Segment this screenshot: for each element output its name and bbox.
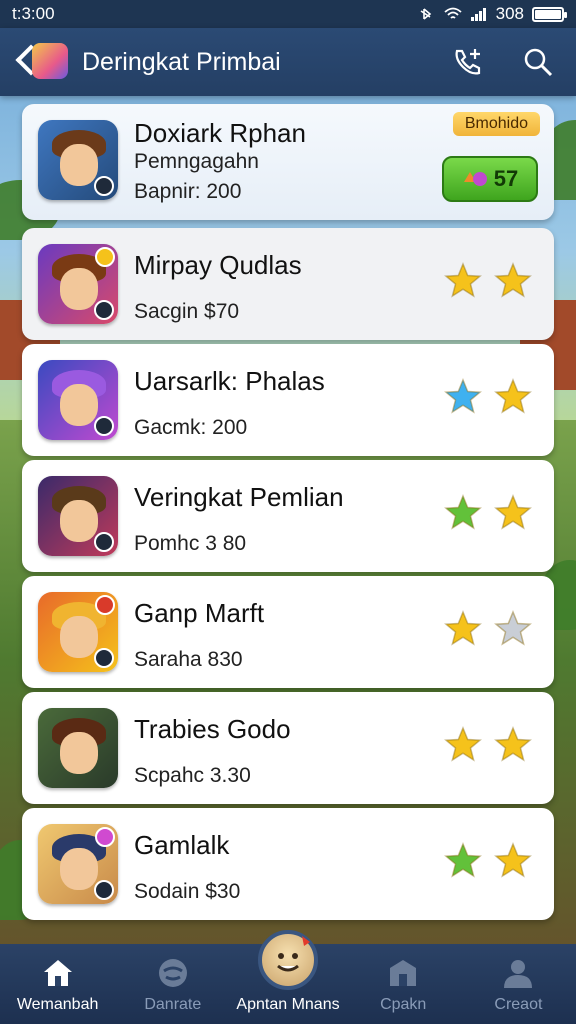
item-subtitle: Saraha 830 <box>134 648 243 671</box>
featured-meta: Bapnir: 200 <box>134 180 242 203</box>
star-icon <box>494 610 532 646</box>
rating-stars <box>444 494 532 532</box>
app-header: Deringkat Primbai <box>0 28 576 96</box>
star-icon <box>444 378 482 414</box>
featured-card[interactable]: Doxiark Rphan Pemngagahn Bapnir: 200 Bmo… <box>22 104 554 220</box>
nav-label: Danrate <box>144 996 202 1013</box>
item-title: Ganp Marft <box>134 598 265 628</box>
promo-badge: Bmohido <box>452 112 540 136</box>
profile-icon <box>504 960 533 988</box>
rating-stars <box>444 378 532 416</box>
item-title: Uarsarlk: Phalas <box>134 366 325 396</box>
rating-stars <box>444 842 532 880</box>
price-value: 57 <box>493 166 519 191</box>
app-logo <box>32 43 68 79</box>
star-icon <box>444 842 482 878</box>
status-bar: t:3:00 308 <box>0 0 576 28</box>
item-title: Veringkat Pemlian <box>134 482 344 512</box>
featured-title: Doxiark Rphan <box>134 118 306 148</box>
star-icon <box>444 610 482 646</box>
star-icon <box>494 726 532 762</box>
search-icon <box>524 48 553 77</box>
list-item[interactable]: Mirpay Qudlas Sacgin $70 <box>22 228 554 340</box>
rating-stars <box>444 726 532 764</box>
star-icon <box>494 262 532 298</box>
avatar <box>38 824 118 904</box>
shop-icon <box>390 960 417 986</box>
rating-stars <box>444 610 532 648</box>
avatar <box>38 244 118 324</box>
signal-icon <box>470 8 486 21</box>
page-title: Deringkat Primbai <box>82 47 281 76</box>
item-subtitle: Gacmk: 200 <box>134 416 248 439</box>
nav-item-center[interactable]: Apntan Mnans <box>230 930 345 1024</box>
item-title: Mirpay Qudlas <box>134 250 302 280</box>
home-icon <box>43 960 72 986</box>
avatar <box>38 592 118 672</box>
call-button[interactable] <box>446 40 490 84</box>
gem-icon <box>463 172 487 186</box>
star-icon <box>444 262 482 298</box>
price-button[interactable]: 57 <box>442 156 538 202</box>
game-icon <box>158 959 187 987</box>
nav-item-games[interactable]: Danrate <box>115 944 230 1024</box>
item-subtitle: Sacgin $70 <box>134 300 240 323</box>
star-icon <box>444 726 482 762</box>
battery-icon <box>532 6 567 22</box>
avatar <box>38 708 118 788</box>
item-subtitle: Sodain $30 <box>134 880 241 903</box>
item-subtitle: Scpahc 3.30 <box>134 764 251 787</box>
featured-subtitle: Pemngagahn <box>134 150 259 173</box>
star-icon <box>494 378 532 414</box>
nav-item-shop[interactable]: Cpakn <box>346 944 461 1024</box>
item-title: Trabies Godo <box>134 714 291 744</box>
star-icon <box>494 494 532 530</box>
bluetooth-icon <box>420 8 431 20</box>
nav-item-profile[interactable]: Creaot <box>461 944 576 1024</box>
avatar <box>38 120 118 200</box>
star-icon <box>494 842 532 878</box>
nav-label: Apntan Mnans <box>236 996 340 1013</box>
list-item[interactable]: Veringkat Pemlian Pomhc 3 80 <box>22 460 554 572</box>
list-item[interactable]: Trabies Godo Scpahc 3.30 <box>22 692 554 804</box>
wifi-icon <box>444 7 462 19</box>
nav-label: Wemanbah <box>16 996 99 1013</box>
star-icon <box>444 494 482 530</box>
mascot-icon <box>258 930 318 990</box>
rating-stars <box>444 262 532 300</box>
nav-label: Cpakn <box>380 996 427 1013</box>
status-time: t:3:00 <box>12 4 55 23</box>
list-item[interactable]: Ganp Marft Saraha 830 <box>22 576 554 688</box>
back-button[interactable] <box>15 37 72 87</box>
nav-item-home[interactable]: Wemanbah <box>0 944 115 1024</box>
item-title: Gamlalk <box>134 830 230 860</box>
avatar <box>38 360 118 440</box>
nav-label: Creaot <box>494 996 543 1013</box>
item-subtitle: Pomhc 3 80 <box>134 532 247 555</box>
battery-percent: 308 <box>495 4 524 23</box>
phone-plus-icon <box>455 49 481 75</box>
list-item[interactable]: Gamlalk Sodain $30 <box>22 808 554 920</box>
search-button[interactable] <box>516 40 560 84</box>
bottom-nav: Wemanbah Danrate Apntan Mnans Cpakn Crea… <box>0 930 576 1024</box>
list-item[interactable]: Uarsarlk: Phalas Gacmk: 200 <box>22 344 554 456</box>
avatar <box>38 476 118 556</box>
